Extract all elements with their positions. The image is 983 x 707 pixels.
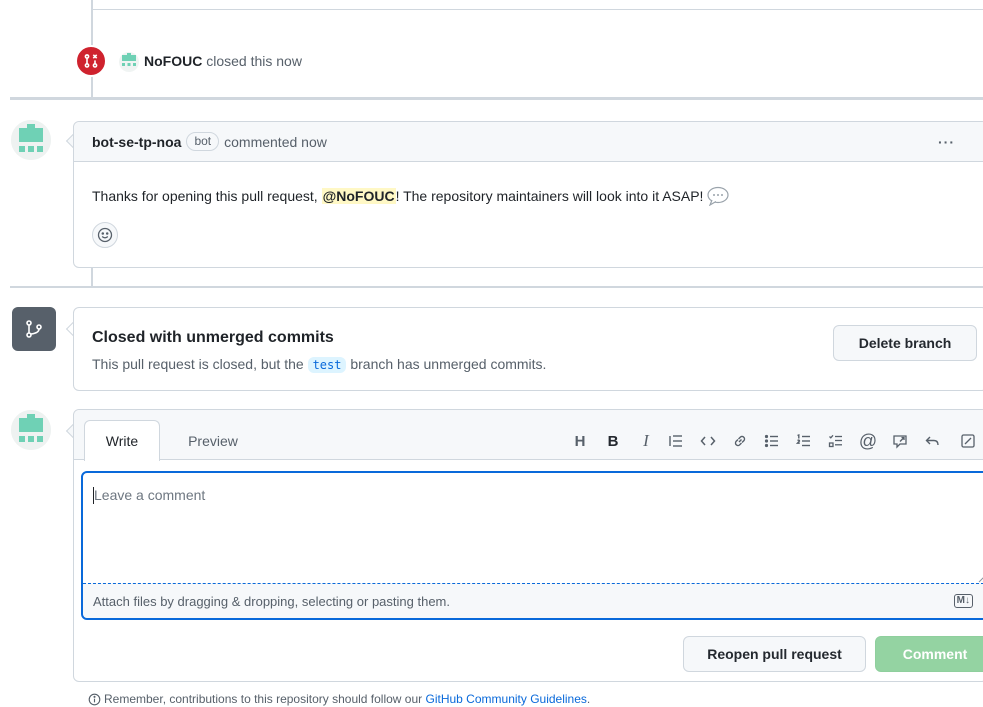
nofouc-avatar[interactable]: [119, 52, 139, 72]
top-divider: [91, 9, 983, 10]
comment-author[interactable]: bot-se-tp-noa: [92, 134, 181, 150]
reply-icon[interactable]: [922, 431, 942, 451]
bot-badge: bot: [186, 132, 220, 151]
comment-body: Thanks for opening this pull request, @N…: [92, 186, 729, 206]
tab-write[interactable]: Write: [84, 420, 160, 461]
branch-name[interactable]: test: [307, 357, 347, 373]
timeline-separator-2: [10, 286, 983, 288]
delete-branch-button[interactable]: Delete branch: [833, 325, 977, 361]
pr-closed-icon: [75, 45, 107, 77]
comment-placeholder: Leave a comment: [94, 487, 206, 503]
code-icon[interactable]: [698, 431, 718, 451]
merge-desc-after: branch has unmerged commits.: [346, 356, 547, 372]
heading-icon[interactable]: H: [570, 431, 590, 451]
community-guidelines-link[interactable]: GitHub Community Guidelines: [426, 692, 587, 706]
speech-balloon-emoji-icon: [707, 186, 729, 206]
bot-avatar[interactable]: [11, 120, 51, 160]
timeline-line-mid: [91, 266, 93, 286]
ordered-list-icon[interactable]: [794, 431, 814, 451]
note-text: Remember, contributions to this reposito…: [104, 692, 426, 706]
contribution-note: Remember, contributions to this reposito…: [88, 692, 590, 706]
merge-status-desc: This pull request is closed, but the tes…: [92, 356, 547, 373]
viewer-avatar[interactable]: [11, 410, 51, 450]
add-reaction-button[interactable]: [92, 222, 118, 248]
timeline-separator-1: [10, 97, 983, 100]
merge-status-title: Closed with unmerged commits: [92, 329, 334, 346]
task-list-icon[interactable]: [826, 431, 846, 451]
mention-icon[interactable]: @: [858, 431, 878, 451]
bot-comment: bot-se-tp-noa bot commented now ··· Than…: [73, 121, 983, 268]
comment-menu-icon[interactable]: ···: [938, 134, 955, 150]
info-icon: [88, 693, 101, 705]
comment-action[interactable]: commented now: [224, 134, 327, 150]
branch-status-icon: [12, 307, 56, 351]
markdown-icon[interactable]: M↓: [953, 594, 973, 608]
tab-preview[interactable]: Preview: [170, 420, 256, 461]
unordered-list-icon[interactable]: [762, 431, 782, 451]
italic-icon[interactable]: I: [636, 431, 656, 451]
note-end: .: [586, 692, 591, 706]
comment-form: Write Preview H B I @ Leave a comment At…: [73, 409, 983, 682]
resize-handle-icon[interactable]: [978, 570, 983, 583]
reference-icon[interactable]: [890, 431, 910, 451]
attach-files-zone[interactable]: Attach files by dragging & dropping, sel…: [83, 583, 983, 618]
attach-hint: Attach files by dragging & dropping, sel…: [93, 593, 450, 609]
closed-event-text: NoFOUC closed this now: [144, 53, 302, 69]
closed-event-action: closed this now: [206, 53, 302, 69]
bold-icon[interactable]: B: [603, 431, 623, 451]
user-mention[interactable]: @NoFOUC: [321, 188, 396, 204]
reopen-pr-button[interactable]: Reopen pull request: [683, 636, 866, 672]
comment-header: bot-se-tp-noa bot commented now ···: [74, 122, 983, 162]
smiley-icon: [97, 227, 113, 243]
closed-event-actor[interactable]: NoFOUC: [144, 53, 202, 69]
comment-textarea[interactable]: Leave a comment Attach files by dragging…: [81, 471, 983, 620]
link-icon[interactable]: [730, 431, 750, 451]
comment-button[interactable]: Comment: [875, 636, 983, 672]
fullscreen-icon[interactable]: [958, 431, 978, 451]
comment-body-text: Thanks for opening this pull request,: [92, 188, 322, 204]
comment-body-text-end: ! The repository maintainers will look i…: [395, 188, 708, 204]
merge-desc-before: This pull request is closed, but the: [92, 356, 308, 372]
git-branch-icon: [26, 320, 42, 338]
quote-icon[interactable]: [666, 431, 686, 451]
